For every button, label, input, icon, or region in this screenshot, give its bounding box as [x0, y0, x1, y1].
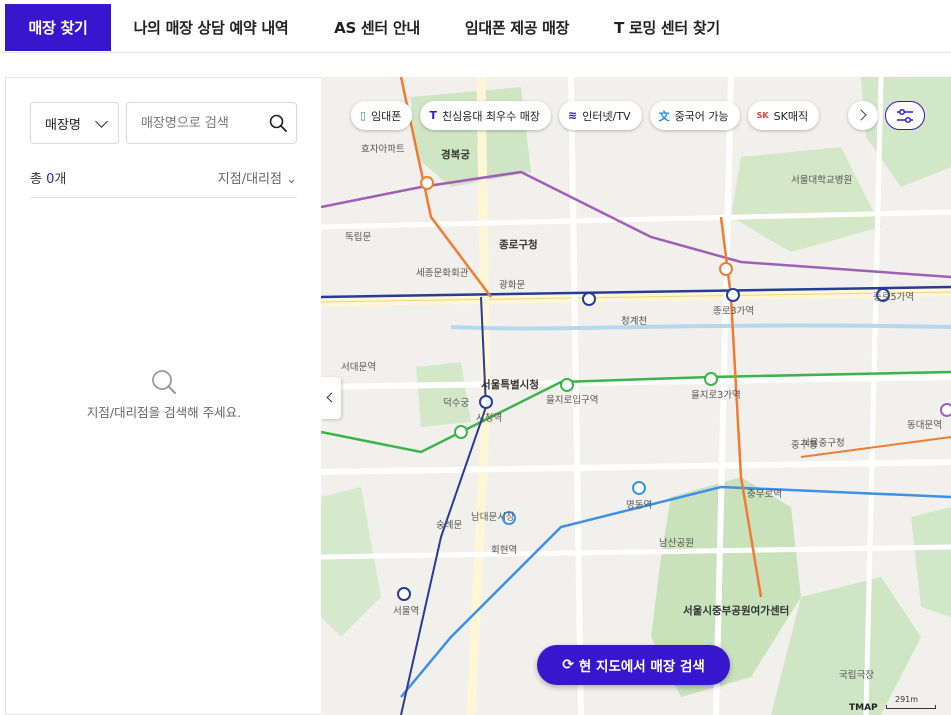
map-label: 종로5가역	[873, 292, 915, 303]
rental-phone-icon: ▯	[360, 109, 367, 122]
map-label: 광화문	[499, 280, 526, 291]
sliders-icon	[897, 108, 913, 124]
map-label: 독립문	[345, 232, 372, 243]
map-label: 세종문화회관	[416, 268, 469, 279]
tab-store-finder[interactable]: 매장 찾기	[5, 4, 111, 51]
map-label: 을지로3가역	[691, 390, 741, 401]
map-scale-label: 291m	[895, 695, 919, 704]
map-label: 경복궁	[441, 149, 470, 161]
map-label: 서대문역	[341, 362, 376, 373]
map-label: 종로3가역	[713, 306, 755, 317]
map-label: 충무로역	[747, 489, 782, 500]
map-label: 회현역	[491, 545, 518, 556]
map-label: 을지로입구역	[546, 395, 599, 406]
map-label: 덕수궁	[443, 398, 470, 409]
search-panel: 매장명 총 0개 지점/대리점 ⌄ 지점/대리점을 검색해 주세요.	[5, 77, 321, 715]
map-label: 남대문시장	[471, 512, 515, 523]
map-provider-logo: TMAP	[849, 703, 878, 713]
map-label: 서울대학교병원	[791, 175, 853, 186]
result-count-row: 총 0개 지점/대리점 ⌄	[30, 168, 297, 188]
t-logo-icon: T	[429, 109, 437, 122]
chevron-down-icon	[95, 115, 108, 128]
chip-internet-tv[interactable]: ≋ 인터넷/TV	[559, 101, 642, 130]
chinese-icon: 文	[658, 109, 670, 123]
chip-scroll-right-button[interactable]	[848, 101, 878, 130]
tab-roaming-center[interactable]: T 로밍 센터 찾기	[598, 4, 736, 51]
chip-chinese[interactable]: 文 중국어 가능	[649, 101, 740, 130]
store-map[interactable]: 효자아파트 서울대학교병원 경복궁 종로구청 세종문화회관 광화문 서울특별시청…	[321, 77, 951, 715]
chevron-left-icon	[326, 392, 337, 403]
chip-sk-magic[interactable]: SK SK매직	[747, 101, 820, 130]
map-label: 서울시중부공원여가센터	[683, 605, 790, 617]
sort-dropdown[interactable]: 지점/대리점 ⌄	[218, 168, 297, 187]
map-canvas	[321, 77, 951, 715]
search-type-select[interactable]: 매장명	[30, 102, 119, 144]
map-label: 남산공원	[659, 538, 694, 549]
search-type-value: 매장명	[45, 117, 81, 133]
map-label: 종로구청	[499, 239, 538, 251]
map-scale-bar	[886, 705, 936, 709]
filter-settings-button[interactable]	[885, 101, 925, 130]
filter-chip-row: ▯ 임대폰 T 친심응대 최우수 매장 ≋ 인터넷/TV 文 중국어 가능 SK…	[351, 101, 820, 131]
map-label: 국립극장	[839, 670, 874, 681]
map-label: 효자아파트	[361, 144, 405, 155]
tab-as-center[interactable]: AS 센터 안내	[318, 4, 436, 51]
chevron-right-icon	[855, 109, 867, 121]
refresh-icon: ⟳	[562, 657, 574, 673]
sk-logo-icon: SK	[756, 111, 769, 120]
magnifier-icon	[152, 370, 176, 394]
result-count: 총 0개	[30, 172, 67, 187]
map-label: 청계천	[621, 316, 648, 327]
chip-best-service[interactable]: T 친심응대 최우수 매장	[420, 101, 552, 130]
collapse-panel-button[interactable]	[321, 377, 341, 419]
divider	[30, 197, 297, 198]
router-icon: ≋	[568, 109, 578, 122]
map-label: 서울특별시청	[481, 379, 539, 391]
map-label: 서울중구청	[801, 438, 845, 449]
map-label: 시청역	[476, 413, 503, 424]
search-this-area-button[interactable]: ⟳ 현 지도에서 매장 검색	[537, 645, 730, 685]
map-label: 서울역	[393, 606, 420, 617]
tab-bar: 매장 찾기 나의 매장 상담 예약 내역 AS 센터 안내 임대폰 제공 매장 …	[0, 0, 951, 53]
tab-consult-reservations[interactable]: 나의 매장 상담 예약 내역	[118, 4, 304, 51]
search-icon[interactable]	[268, 113, 288, 133]
map-label: 숭례문	[436, 520, 463, 531]
search-field	[126, 102, 297, 144]
search-input[interactable]	[127, 103, 267, 143]
chip-rental-phone[interactable]: ▯ 임대폰	[351, 101, 413, 130]
map-label: 명동역	[626, 500, 653, 511]
tab-rental-phone-stores[interactable]: 임대폰 제공 매장	[452, 4, 582, 51]
empty-message: 지점/대리점을 검색해 주세요.	[86, 405, 242, 420]
map-label: 동대문역	[907, 420, 942, 431]
